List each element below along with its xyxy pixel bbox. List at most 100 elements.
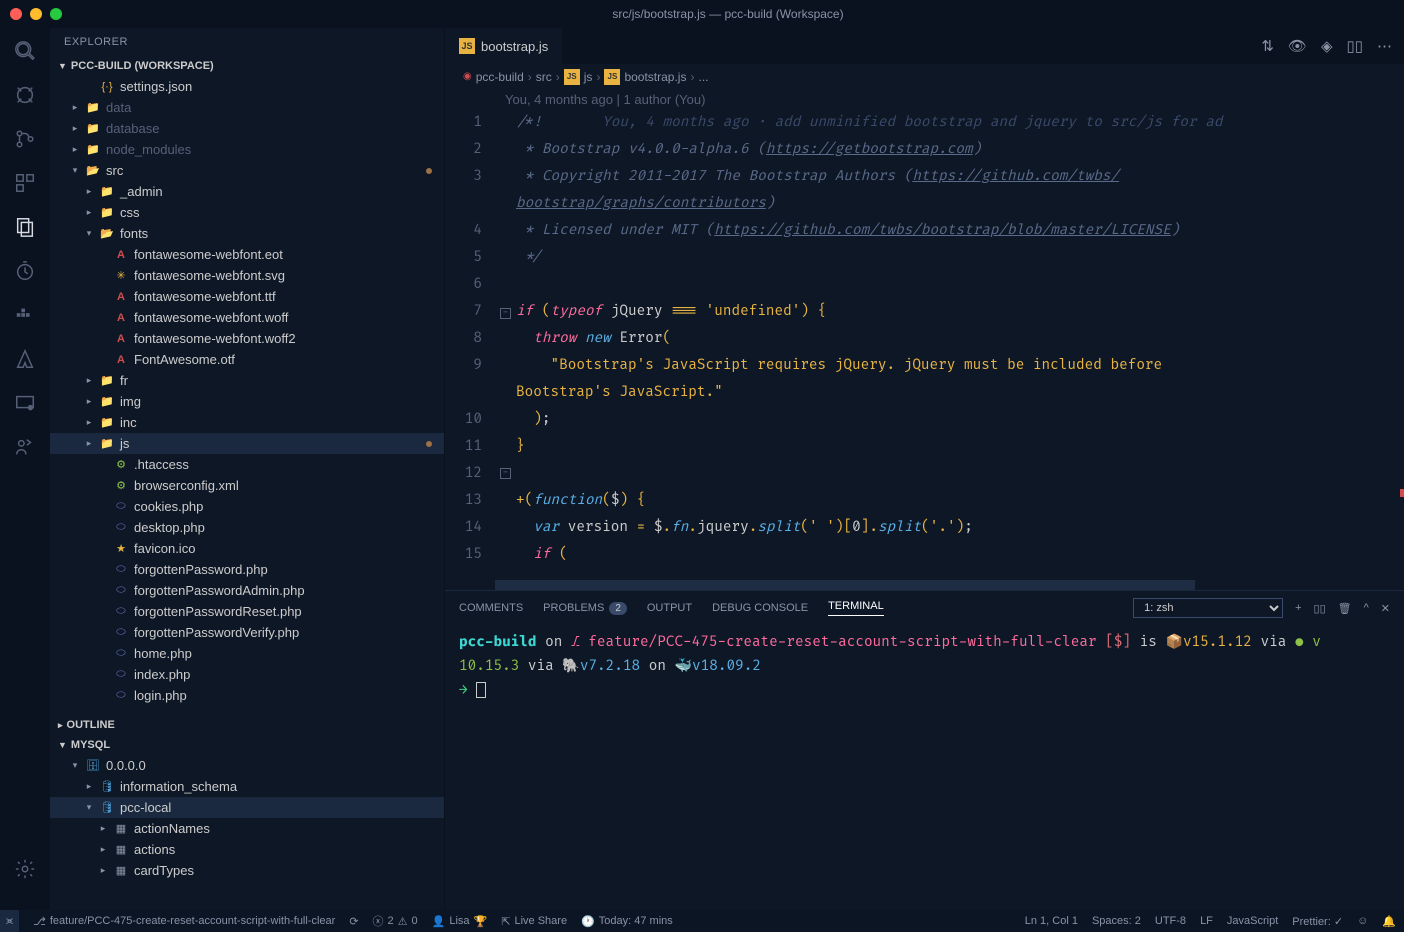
close-panel-icon[interactable]: ✕ bbox=[1381, 602, 1390, 615]
tree-item-src[interactable]: ▾📂src bbox=[50, 160, 444, 181]
terminal[interactable]: pcc-build on ⎇ feature/PCC-475-create-re… bbox=[445, 625, 1404, 910]
liveshare-icon[interactable] bbox=[12, 434, 38, 460]
tree-item-fr[interactable]: ▸📁fr bbox=[50, 370, 444, 391]
tab-problems[interactable]: PROBLEMS2 bbox=[543, 602, 627, 615]
tree-item[interactable]: ⬭desktop.php bbox=[50, 517, 444, 538]
tree-item-inc[interactable]: ▸📁inc bbox=[50, 412, 444, 433]
tree-item[interactable]: ⬭home.php bbox=[50, 643, 444, 664]
tree-item[interactable]: ▸▦cardTypes bbox=[50, 860, 444, 881]
tree-item-fonts[interactable]: ▾📂fonts bbox=[50, 223, 444, 244]
preview-icon[interactable]: 👁 bbox=[1288, 37, 1307, 55]
tree-item[interactable]: ⬭login.php bbox=[50, 685, 444, 706]
maximize-panel-icon[interactable]: ^ bbox=[1364, 602, 1369, 614]
tree-item[interactable]: ⬭index.php bbox=[50, 664, 444, 685]
code-content[interactable]: /*! You, 4 months ago · add unminified b… bbox=[516, 109, 1392, 580]
status-bar: ⪤ ⎇ feature/PCC-475-create-reset-account… bbox=[0, 910, 1404, 932]
tree-item[interactable]: ▸▦actionNames bbox=[50, 818, 444, 839]
tree-item[interactable]: ⬭forgottenPassword.php bbox=[50, 559, 444, 580]
tree-item-data[interactable]: ▸📁data bbox=[50, 97, 444, 118]
mysql-header[interactable]: ▼MYSQL bbox=[50, 735, 444, 755]
tree-item[interactable]: ✳fontawesome-webfont.svg bbox=[50, 265, 444, 286]
tree-item[interactable]: ⬭forgottenPasswordAdmin.php bbox=[50, 580, 444, 601]
errors-status[interactable]: ⓧ 2 ⚠ 0 bbox=[373, 913, 418, 929]
tree-item[interactable]: ⚙.htaccess bbox=[50, 454, 444, 475]
tree-item[interactable]: ★favicon.ico bbox=[50, 538, 444, 559]
eol-status[interactable]: LF bbox=[1200, 915, 1213, 927]
tree-item[interactable]: Afontawesome-webfont.ttf bbox=[50, 286, 444, 307]
tree-item-css[interactable]: ▸📁css bbox=[50, 202, 444, 223]
remote-button[interactable]: ⪤ bbox=[0, 910, 19, 932]
maximize-window-button[interactable] bbox=[50, 8, 62, 20]
workspace-header[interactable]: ▼PCC-BUILD (WORKSPACE) bbox=[50, 56, 444, 76]
tree-item[interactable]: AFontAwesome.otf bbox=[50, 349, 444, 370]
tab-terminal[interactable]: TERMINAL bbox=[828, 600, 884, 616]
tree-item-db-host[interactable]: ▾🗄0.0.0.0 bbox=[50, 755, 444, 776]
tree-item[interactable]: Afontawesome-webfont.eot bbox=[50, 244, 444, 265]
timer-icon[interactable] bbox=[12, 258, 38, 284]
modified-dot-icon bbox=[426, 168, 432, 174]
wakatime-status[interactable]: 🕐 Today: 47 mins bbox=[581, 915, 673, 928]
tree-item[interactable]: ⬭cookies.php bbox=[50, 496, 444, 517]
tab-bootstrap-js[interactable]: JS bootstrap.js bbox=[445, 28, 563, 64]
liveshare-status[interactable]: ⇱ Live Share bbox=[501, 915, 567, 928]
tab-output[interactable]: OUTPUT bbox=[647, 602, 692, 614]
minimap[interactable] bbox=[1392, 109, 1404, 580]
modified-dot-icon bbox=[426, 441, 432, 447]
tree-item[interactable]: ⚙browserconfig.xml bbox=[50, 475, 444, 496]
tree-item-img[interactable]: ▸📁img bbox=[50, 391, 444, 412]
language-status[interactable]: JavaScript bbox=[1227, 915, 1278, 927]
git-blame-lens[interactable]: You, 4 months ago | 1 author (You) bbox=[445, 89, 1404, 109]
tab-debug-console[interactable]: DEBUG CONSOLE bbox=[712, 602, 808, 614]
minimize-window-button[interactable] bbox=[30, 8, 42, 20]
horizontal-scrollbar[interactable] bbox=[445, 580, 1404, 590]
tree-item-node-modules[interactable]: ▸📁node_modules bbox=[50, 139, 444, 160]
settings-gear-icon[interactable] bbox=[12, 856, 38, 882]
extensions-icon[interactable] bbox=[12, 170, 38, 196]
docker-icon[interactable] bbox=[12, 302, 38, 328]
tree-item[interactable]: ▸🛢information_schema bbox=[50, 776, 444, 797]
code-editor[interactable]: 123456789101112131415 − − /*! You, 4 mon… bbox=[445, 109, 1404, 580]
tree-item[interactable]: Afontawesome-webfont.woff2 bbox=[50, 328, 444, 349]
terminal-select[interactable]: 1: zsh bbox=[1133, 598, 1283, 618]
debug-icon[interactable] bbox=[12, 82, 38, 108]
bell-icon[interactable]: 🔔 bbox=[1382, 915, 1396, 928]
remote-icon[interactable] bbox=[12, 390, 38, 416]
new-terminal-icon[interactable]: + bbox=[1295, 602, 1301, 614]
tree-item-admin[interactable]: ▸📁_admin bbox=[50, 181, 444, 202]
sync-icon[interactable]: ⟳ bbox=[349, 915, 358, 928]
prettier-status[interactable]: Prettier: ✓ bbox=[1292, 915, 1343, 928]
tree-item[interactable]: ▸▦actions bbox=[50, 839, 444, 860]
trash-icon[interactable]: 🗑 bbox=[1338, 602, 1352, 615]
git-branch-status[interactable]: ⎇ feature/PCC-475-create-reset-account-s… bbox=[33, 915, 335, 928]
azure-icon[interactable] bbox=[12, 346, 38, 372]
git-icon[interactable] bbox=[12, 126, 38, 152]
encoding-status[interactable]: UTF-8 bbox=[1155, 915, 1186, 927]
tree-item-settings[interactable]: {·}settings.json bbox=[50, 76, 444, 97]
feedback-icon[interactable]: ☺ bbox=[1357, 915, 1368, 927]
cursor-position[interactable]: Ln 1, Col 1 bbox=[1025, 915, 1078, 927]
tree-item[interactable]: Afontawesome-webfont.woff bbox=[50, 307, 444, 328]
bottom-panel: COMMENTS PROBLEMS2 OUTPUT DEBUG CONSOLE … bbox=[445, 590, 1404, 910]
split-icon[interactable]: ▯▯ bbox=[1346, 37, 1363, 55]
tab-comments[interactable]: COMMENTS bbox=[459, 602, 523, 614]
window-title: src/js/bootstrap.js — pcc-build (Workspa… bbox=[62, 7, 1394, 21]
close-window-button[interactable] bbox=[10, 8, 22, 20]
indentation-status[interactable]: Spaces: 2 bbox=[1092, 915, 1141, 927]
explorer-icon[interactable] bbox=[12, 214, 38, 240]
compare-icon[interactable]: ⇅ bbox=[1261, 37, 1274, 55]
problems-badge: 2 bbox=[609, 602, 627, 615]
tree-item-js[interactable]: ▸📁js bbox=[50, 433, 444, 454]
diff-icon[interactable]: ◈ bbox=[1321, 37, 1333, 55]
tree-item-pcc-local[interactable]: ▾🛢pcc-local bbox=[50, 797, 444, 818]
tree-item[interactable]: ⬭forgottenPasswordVerify.php bbox=[50, 622, 444, 643]
fold-icon[interactable]: − bbox=[500, 308, 511, 319]
tree-item-database[interactable]: ▸📁database bbox=[50, 118, 444, 139]
tree-item[interactable]: ⬭forgottenPasswordReset.php bbox=[50, 601, 444, 622]
fold-icon[interactable]: − bbox=[500, 468, 511, 479]
outline-header[interactable]: ▸OUTLINE bbox=[50, 715, 444, 735]
more-icon[interactable]: ⋯ bbox=[1377, 37, 1392, 55]
breadcrumbs[interactable]: ◉ pcc-build› src› JS js› JS bootstrap.js… bbox=[445, 64, 1404, 89]
search-icon[interactable] bbox=[12, 38, 38, 64]
split-terminal-icon[interactable]: ▯▯ bbox=[1314, 602, 1326, 615]
gitlens-user[interactable]: 👤 Lisa 🏆 bbox=[432, 915, 488, 928]
